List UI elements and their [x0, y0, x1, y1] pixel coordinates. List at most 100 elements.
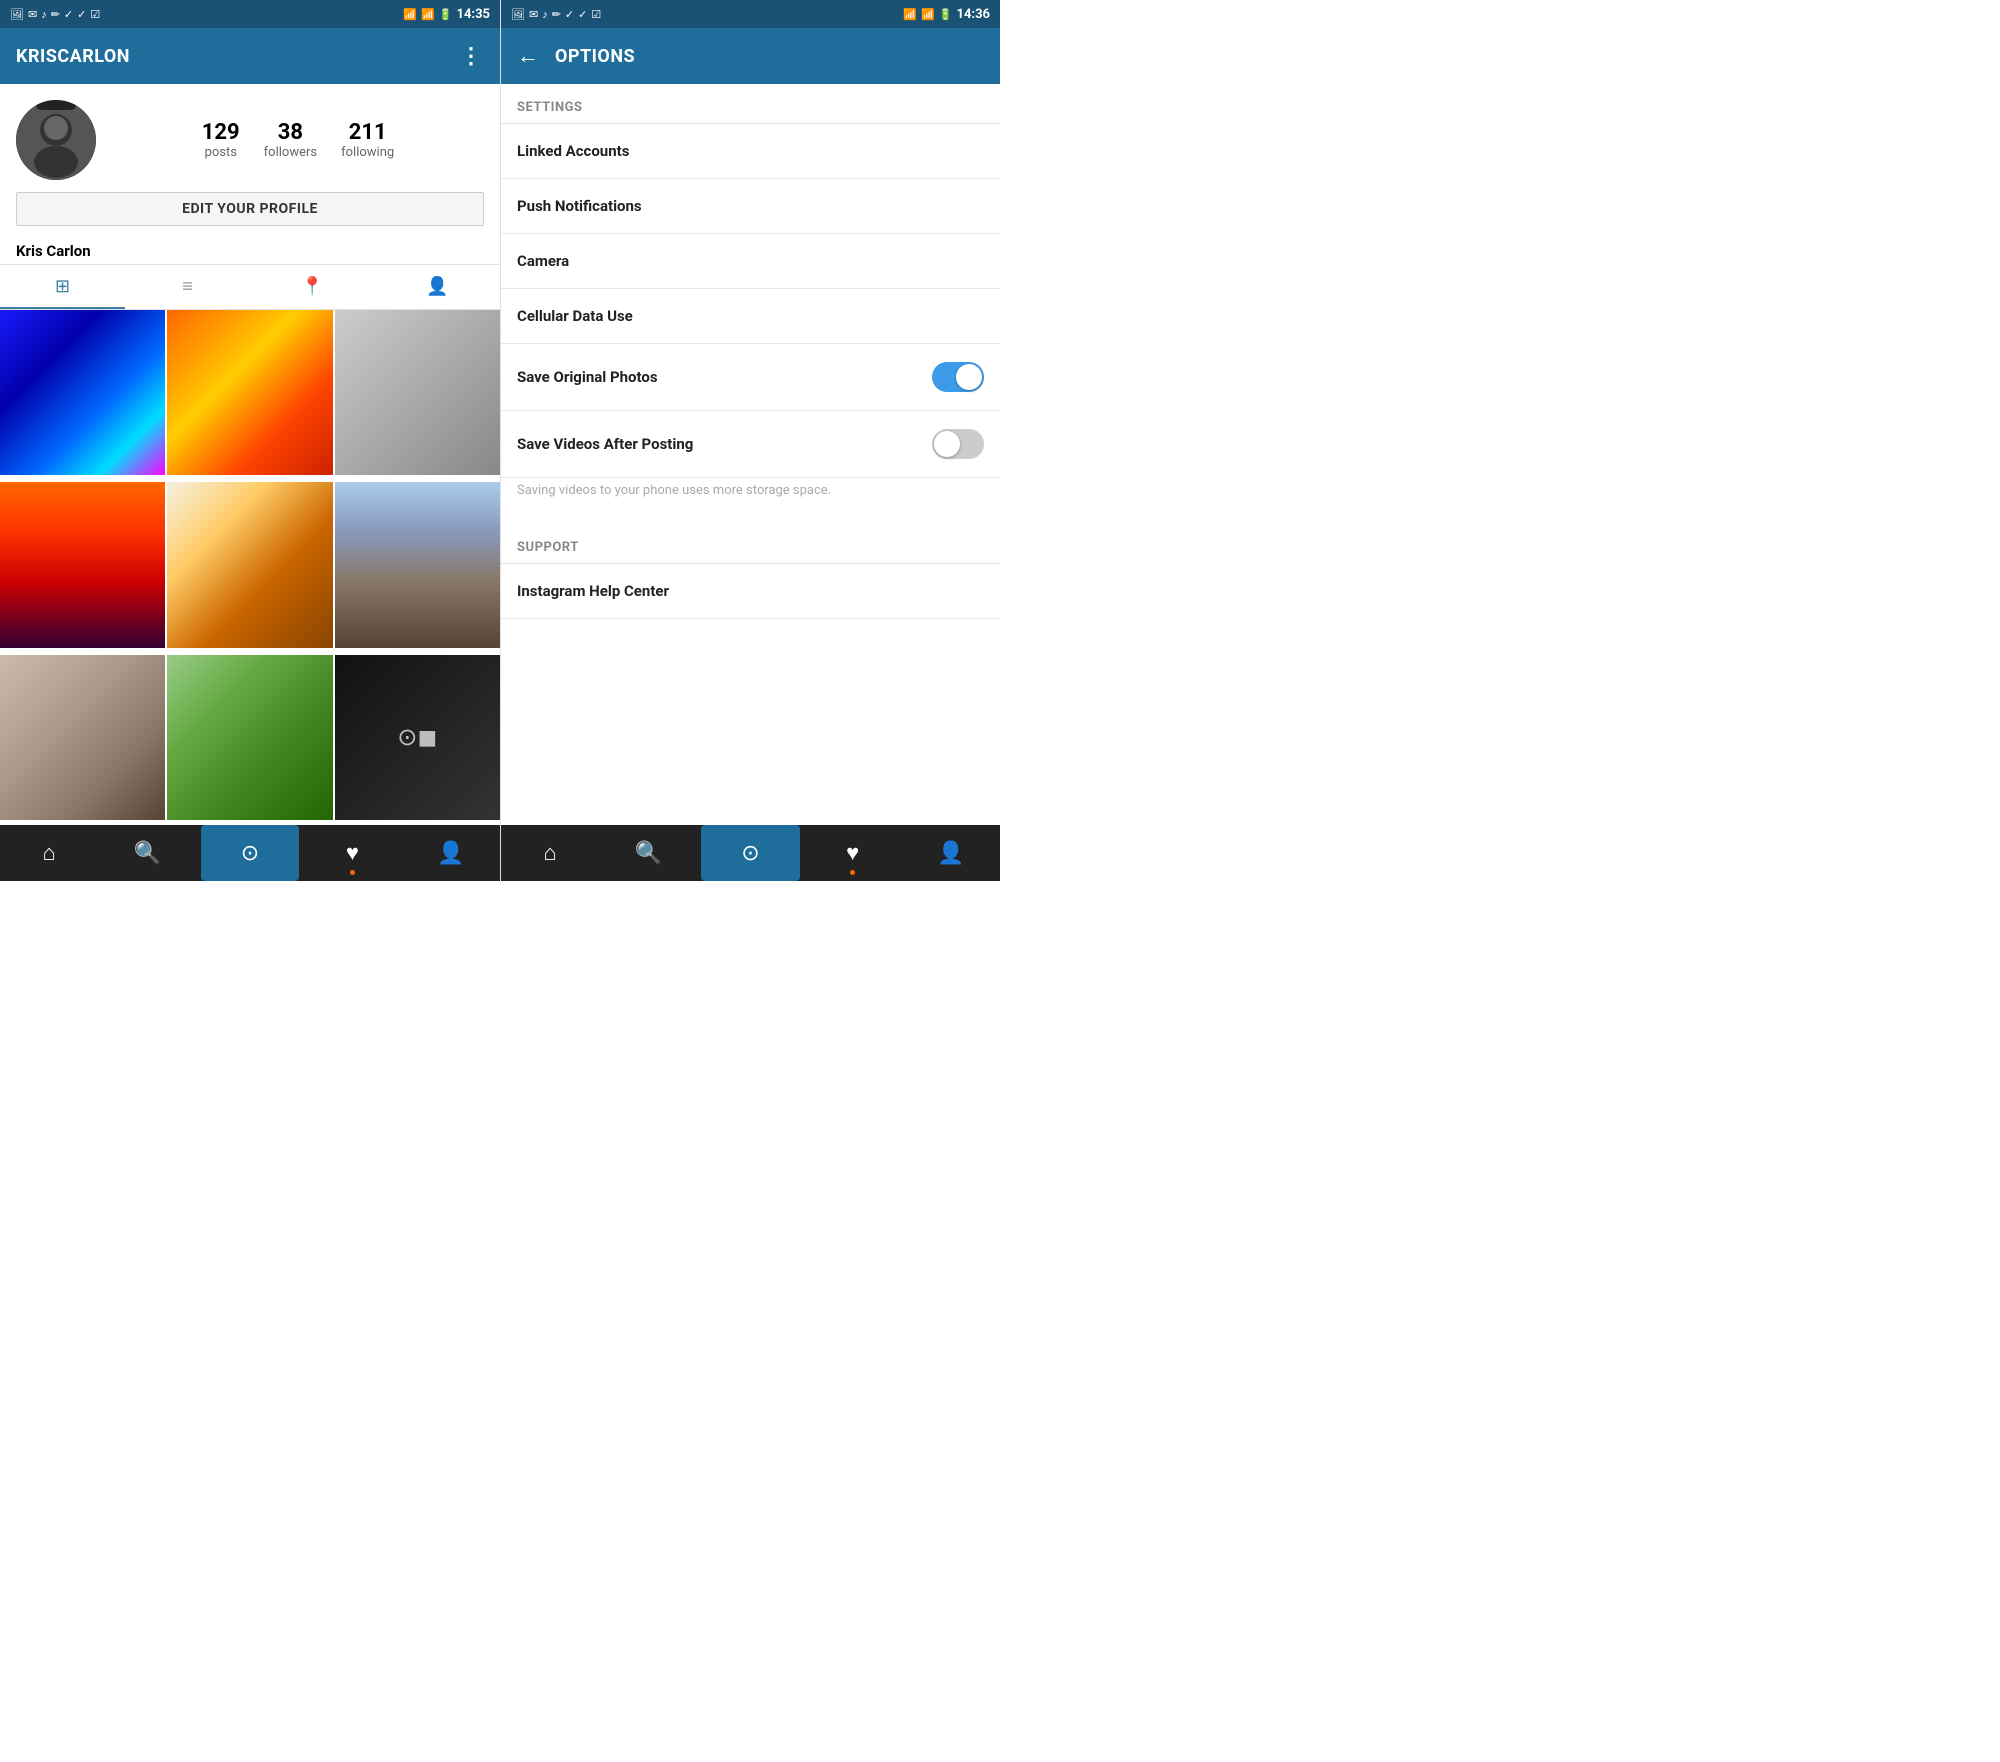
- back-button[interactable]: ←: [517, 43, 539, 69]
- push-notifications-item[interactable]: Push Notifications: [501, 179, 1000, 234]
- nav-home[interactable]: ⌂: [0, 825, 98, 881]
- right-bottom-nav: ⌂ 🔍 ⊙ ♥ 👤: [501, 825, 1000, 881]
- tab-grid[interactable]: ⊞: [0, 265, 125, 309]
- push-notifications-label: Push Notifications: [517, 197, 642, 215]
- check1-icon: ✓: [64, 8, 73, 21]
- left-bottom-nav: ⌂ 🔍 ⊙ ♥ 👤: [0, 825, 500, 881]
- r-nav-search[interactable]: 🔍: [599, 825, 697, 881]
- photo-7[interactable]: [0, 655, 165, 820]
- followers-stat[interactable]: 38 followers: [264, 120, 317, 160]
- music-icon: ♪: [41, 8, 47, 21]
- nav-profile[interactable]: 👤: [402, 825, 500, 881]
- right-status-bar: 🖼 ✉ ♪ ✏ ✓ ✓ ☑ 📶 📶 🔋 14:36: [501, 0, 1000, 28]
- photo-8[interactable]: [167, 655, 332, 820]
- save-videos-label: Save Videos After Posting: [517, 435, 693, 453]
- avatar-svg: [16, 100, 96, 180]
- r-camera-icon: ⊙: [741, 841, 759, 866]
- save-original-toggle[interactable]: [932, 362, 984, 392]
- heart-icon: ♥: [346, 840, 359, 866]
- photo-5[interactable]: [167, 482, 332, 647]
- posts-stat: 129 posts: [202, 120, 240, 160]
- left-time: 14:35: [457, 7, 491, 22]
- r-battery-icon: 🔋: [939, 8, 953, 21]
- followers-label: followers: [264, 145, 317, 160]
- tab-bar: ⊞ ≡ 📍 👤: [0, 264, 500, 310]
- likes-dot: [350, 870, 355, 875]
- photo-9[interactable]: ⊙◼: [335, 655, 500, 820]
- right-header: ← OPTIONS: [501, 28, 1000, 84]
- r-check3-icon: ☑: [591, 8, 601, 21]
- left-connectivity-icons: 📶 📶 🔋 14:35: [403, 7, 490, 22]
- r-home-icon: ⌂: [543, 840, 556, 866]
- photo-6[interactable]: [335, 482, 500, 647]
- nav-camera[interactable]: ⊙: [201, 825, 299, 881]
- camera-overlay-icon: ⊙◼: [397, 723, 437, 751]
- following-stat[interactable]: 211 following: [341, 120, 394, 160]
- r-image-icon: 🖼: [511, 8, 525, 21]
- right-time: 14:36: [957, 7, 991, 22]
- header-back-group: ← OPTIONS: [517, 43, 635, 69]
- camera-icon: ⊙: [241, 841, 259, 866]
- left-status-bar: 🖼 ✉ ♪ ✏ ✓ ✓ ☑ 📶 📶 🔋 14:35: [0, 0, 500, 28]
- r-nav-camera[interactable]: ⊙: [701, 825, 799, 881]
- support-section: SUPPORT Instagram Help Center: [501, 524, 1000, 619]
- following-label: following: [341, 145, 394, 160]
- r-nav-home[interactable]: ⌂: [501, 825, 599, 881]
- left-header: KRISCARLON ⋮: [0, 28, 500, 84]
- save-original-photos-label: Save Original Photos: [517, 368, 658, 386]
- followers-count: 38: [278, 120, 303, 145]
- camera-label: Camera: [517, 252, 569, 270]
- r-check2-icon: ✓: [578, 8, 587, 21]
- stats-row: 129 posts 38 followers 211 following: [112, 120, 484, 160]
- toggle-knob-off: [934, 431, 960, 457]
- edit-profile-button[interactable]: EDIT YOUR PROFILE: [16, 192, 484, 226]
- posts-label: posts: [205, 145, 237, 160]
- photo-grid: ⊙◼: [0, 310, 500, 825]
- help-center-item[interactable]: Instagram Help Center: [501, 564, 1000, 619]
- help-center-label: Instagram Help Center: [517, 582, 669, 600]
- grid-icon: ⊞: [55, 276, 70, 297]
- check2-icon: ✓: [77, 8, 86, 21]
- right-header-title: OPTIONS: [555, 46, 635, 67]
- linked-accounts-item[interactable]: Linked Accounts: [501, 124, 1000, 179]
- nav-likes[interactable]: ♥: [303, 825, 401, 881]
- avatar: [16, 100, 96, 180]
- mail-icon: ✉: [28, 8, 37, 21]
- r-likes-dot: [850, 870, 855, 875]
- battery-icon: 🔋: [439, 8, 453, 21]
- photo-1[interactable]: [0, 310, 165, 475]
- r-heart-icon: ♥: [846, 840, 859, 866]
- image-icon: 🖼: [10, 8, 24, 21]
- r-wifi-icon: 📶: [903, 8, 917, 21]
- save-videos-hint: Saving videos to your phone uses more st…: [501, 478, 1000, 516]
- menu-button[interactable]: ⋮: [460, 44, 484, 69]
- save-videos-toggle[interactable]: [932, 429, 984, 459]
- r-check1-icon: ✓: [565, 8, 574, 21]
- r-mail-icon: ✉: [529, 8, 538, 21]
- camera-item[interactable]: Camera: [501, 234, 1000, 289]
- right-status-icons: 🖼 ✉ ♪ ✏ ✓ ✓ ☑: [511, 8, 601, 21]
- profile-top: 129 posts 38 followers 211 following: [16, 100, 484, 180]
- person-tag-icon: 👤: [426, 276, 448, 297]
- photo-4[interactable]: [0, 482, 165, 647]
- photo-2[interactable]: [167, 310, 332, 475]
- left-status-icons: 🖼 ✉ ♪ ✏ ✓ ✓ ☑: [10, 8, 100, 21]
- r-nav-likes[interactable]: ♥: [804, 825, 902, 881]
- r-edit-icon: ✏: [552, 8, 561, 21]
- r-nav-profile[interactable]: 👤: [902, 825, 1000, 881]
- posts-count: 129: [202, 120, 240, 145]
- photo-3[interactable]: [335, 310, 500, 475]
- tab-list[interactable]: ≡: [125, 265, 250, 309]
- signal-icon: 📶: [421, 8, 435, 21]
- left-header-title: KRISCARLON: [16, 46, 130, 67]
- nav-search[interactable]: 🔍: [98, 825, 196, 881]
- tab-tagged[interactable]: 👤: [375, 265, 500, 309]
- save-videos-item: Save Videos After Posting: [501, 411, 1000, 478]
- map-pin-icon: 📍: [301, 276, 323, 297]
- avatar-image: [16, 100, 96, 180]
- linked-accounts-label: Linked Accounts: [517, 142, 629, 160]
- r-signal-icon: 📶: [921, 8, 935, 21]
- cellular-data-item[interactable]: Cellular Data Use: [501, 289, 1000, 344]
- tab-map[interactable]: 📍: [250, 265, 375, 309]
- r-music-icon: ♪: [542, 8, 548, 21]
